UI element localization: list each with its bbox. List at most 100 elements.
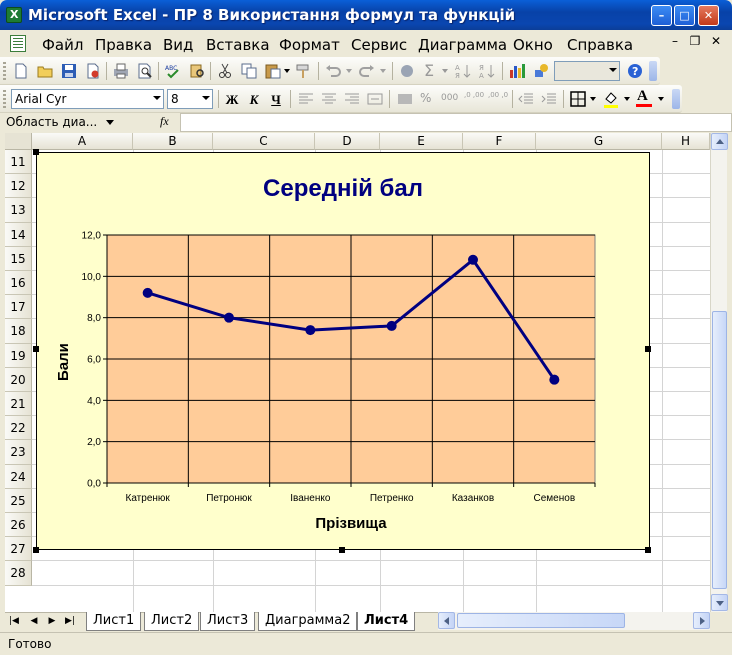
chart-resize-handle[interactable] — [33, 149, 39, 155]
row-header-20[interactable]: 20 — [5, 368, 32, 392]
currency-style-icon[interactable] — [396, 90, 414, 108]
doc-restore-button[interactable]: ❐ — [688, 34, 702, 48]
doc-close-button[interactable]: ✕ — [709, 34, 723, 48]
spelling-icon[interactable]: ABC — [164, 62, 182, 80]
data-point-marker[interactable] — [224, 312, 234, 323]
chart-resize-handle[interactable] — [33, 346, 39, 352]
increase-indent-icon[interactable] — [540, 90, 558, 108]
menu-chart[interactable]: Диаграмма — [418, 36, 507, 54]
row-header-27[interactable]: 27 — [5, 537, 32, 561]
chart-resize-handle[interactable] — [645, 547, 651, 553]
cut-icon[interactable] — [216, 62, 234, 80]
row-header-13[interactable]: 13 — [5, 198, 32, 223]
save-icon[interactable] — [60, 62, 78, 80]
sheet-tab[interactable]: Лист3 — [200, 612, 256, 631]
underline-button[interactable]: Ч — [268, 92, 284, 108]
row-header-28[interactable]: 28 — [5, 561, 32, 586]
sheet-tab[interactable]: Диаграмма2 — [258, 612, 358, 631]
autosum-dropdown-icon[interactable] — [442, 69, 448, 73]
fill-color-dropdown-icon[interactable] — [624, 97, 630, 101]
row-header-15[interactable]: 15 — [5, 247, 32, 271]
toolbar-options-chevron[interactable] — [649, 61, 657, 81]
sort-descending-icon[interactable]: ЯA — [478, 62, 496, 80]
chart-resize-handle[interactable] — [33, 547, 39, 553]
first-sheet-button[interactable]: |◀ — [8, 613, 20, 630]
insert-function-button[interactable]: fx — [160, 114, 169, 129]
column-header-f[interactable]: F — [463, 133, 536, 150]
align-center-icon[interactable] — [320, 90, 338, 108]
font-name-combo[interactable]: Arial Cyr — [11, 89, 164, 109]
workbook-icon[interactable] — [10, 35, 26, 52]
row-header-11[interactable]: 11 — [5, 150, 32, 174]
percent-style-button[interactable]: % — [420, 91, 431, 105]
row-header-22[interactable]: 22 — [5, 416, 32, 440]
open-folder-icon[interactable] — [36, 62, 54, 80]
maximize-button[interactable]: □ — [674, 5, 695, 26]
column-header-a[interactable]: A — [32, 133, 133, 150]
data-point-marker[interactable] — [305, 325, 316, 336]
paste-dropdown-icon[interactable] — [284, 69, 290, 73]
column-header-h[interactable]: H — [662, 133, 710, 150]
formula-input[interactable] — [180, 113, 732, 132]
scroll-left-button[interactable] — [438, 612, 455, 629]
menu-view[interactable]: Вид — [163, 36, 193, 54]
fill-color-icon[interactable] — [602, 90, 620, 108]
column-header-d[interactable]: D — [315, 133, 380, 150]
toolbar-options-chevron[interactable] — [672, 89, 680, 109]
menu-tools[interactable]: Сервис — [351, 36, 407, 54]
decrease-indent-icon[interactable] — [517, 90, 535, 108]
minimize-button[interactable]: – — [651, 5, 672, 26]
row-header-19[interactable]: 19 — [5, 344, 32, 368]
row-header-25[interactable]: 25 — [5, 489, 32, 513]
font-color-button[interactable]: A — [637, 88, 648, 105]
sheet-tab[interactable]: Лист2 — [144, 612, 200, 631]
menu-file[interactable]: Файл — [42, 36, 83, 54]
menu-help[interactable]: Справка — [567, 36, 633, 54]
horizontal-scroll-thumb[interactable] — [457, 613, 625, 628]
chart-resize-handle[interactable] — [645, 346, 651, 352]
new-document-icon[interactable] — [12, 62, 30, 80]
chart-wizard-icon[interactable] — [508, 62, 526, 80]
data-point-marker[interactable] — [142, 287, 153, 298]
close-button[interactable]: ✕ — [698, 5, 719, 26]
select-all-corner[interactable] — [5, 133, 32, 150]
print-preview-icon[interactable] — [136, 62, 154, 80]
next-sheet-button[interactable]: ▶ — [46, 613, 58, 630]
data-point-marker[interactable] — [468, 254, 478, 265]
comma-style-button[interactable]: 000 — [441, 93, 458, 103]
zoom-combo[interactable] — [554, 61, 620, 81]
drawing-icon[interactable] — [532, 62, 550, 80]
undo-icon[interactable] — [324, 62, 342, 80]
bold-button[interactable]: Ж — [224, 92, 240, 108]
menu-format[interactable]: Формат — [279, 36, 340, 54]
format-painter-icon[interactable] — [294, 62, 312, 80]
scroll-right-button[interactable] — [693, 612, 710, 629]
research-icon[interactable] — [188, 62, 206, 80]
row-header-23[interactable]: 23 — [5, 440, 32, 465]
redo-dropdown-icon[interactable] — [380, 69, 386, 73]
data-point-marker[interactable] — [549, 374, 560, 385]
font-color-dropdown-icon[interactable] — [658, 97, 664, 101]
excel-app-icon[interactable] — [6, 7, 22, 23]
menu-window[interactable]: Окно — [513, 36, 553, 54]
undo-dropdown-icon[interactable] — [346, 69, 352, 73]
chart-area[interactable]: Середній бал Бали Прізвища 0,0 2,0 4,0 6,0 8… — [36, 152, 650, 550]
increase-decimal-button[interactable]: ,0 ,00 — [464, 91, 486, 99]
scroll-down-button[interactable] — [711, 594, 728, 611]
horizontal-scrollbar[interactable] — [438, 612, 710, 630]
row-header-17[interactable]: 17 — [5, 295, 32, 319]
help-icon[interactable]: ? — [626, 62, 644, 80]
column-header-g[interactable]: G — [536, 133, 662, 150]
redo-icon[interactable] — [358, 62, 376, 80]
row-header-18[interactable]: 18 — [5, 319, 32, 344]
sort-ascending-icon[interactable]: AЯ — [454, 62, 472, 80]
name-box[interactable]: Область диа... — [3, 113, 118, 132]
autosum-icon[interactable]: Σ — [424, 61, 434, 80]
row-header-14[interactable]: 14 — [5, 223, 32, 247]
chart-resize-handle[interactable] — [339, 547, 345, 553]
menu-insert[interactable]: Вставка — [206, 36, 270, 54]
toolbar-grip[interactable] — [3, 62, 6, 80]
row-header-16[interactable]: 16 — [5, 271, 32, 295]
borders-dropdown-icon[interactable] — [590, 97, 596, 101]
permission-icon[interactable] — [84, 62, 102, 80]
